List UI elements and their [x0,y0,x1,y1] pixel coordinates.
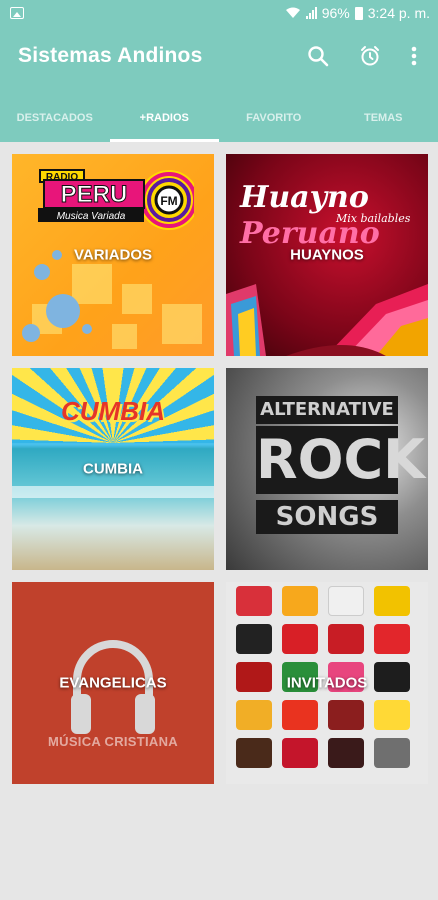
battery-percent: 96% [321,5,350,21]
logo-variada-text: Musica Variada [57,211,126,222]
alarm-icon [361,46,379,66]
category-tile-variados[interactable]: FM RADIO PERU Musica Variada VARIADOS [12,154,214,356]
tile-label-cumbia: CUMBIA [83,460,143,478]
category-tile-evangelicas[interactable]: EVANGELICAS MÚSICA CRISTIANA [12,582,214,784]
rock-art-songs: SONGS [256,500,398,534]
search-button[interactable] [302,40,334,72]
rock-art-rock: ROCK [256,426,425,494]
huayno-art-title: Huayno [240,180,369,215]
logo-fm-text: FM [160,194,177,208]
tab-temas[interactable]: TEMAS [329,102,438,142]
category-tile-rock[interactable]: ALTERNATIVE ROCK SONGS [226,368,428,570]
category-tile-huaynos[interactable]: Huayno Mix bailables Peruano HUAYNOS [226,154,428,356]
category-tile-invitados[interactable]: INVITADOS [226,582,428,784]
status-bar: 96% 3:24 p. m. [0,0,438,28]
alarm-button[interactable] [354,40,386,72]
clock: 3:24 p. m. [367,5,430,21]
category-tile-cumbia[interactable]: CUMBIA CUMBIA [12,368,214,570]
textile-art [226,284,428,356]
tab-radios[interactable]: +RADIOS [109,102,220,142]
signal-icon [305,7,317,19]
tab-destacados[interactable]: DESTACADOS [0,102,110,142]
tile-label-invitados: INVITADOS [286,674,368,692]
tile-label-evangelicas: EVANGELICAS [59,674,167,692]
tab-favorito[interactable]: FAVORITO [219,102,329,142]
app-title: Sistemas Andinos [18,44,203,67]
more-options-button[interactable] [398,40,430,72]
cumbia-art-title: CUMBIA [61,396,165,426]
tile-label-variados: VARIADOS [73,246,153,264]
tile-label-huaynos: HUAYNOS [290,246,364,264]
rock-art-alternative: ALTERNATIVE [256,396,398,424]
tile-subtitle-evangelicas: MÚSICA CRISTIANA [48,734,178,749]
more-vert-icon [411,46,417,66]
search-icon [308,46,329,67]
app-bar: Sistemas Andinos DESTACADOS +RADIOS FAVO… [0,28,438,142]
battery-icon [354,6,363,20]
logo-peru-text: PERU [61,181,128,208]
wifi-icon [285,7,300,18]
gallery-icon [10,7,24,19]
tab-bar: DESTACADOS +RADIOS FAVORITO TEMAS [0,102,438,142]
radio-peru-logo: FM RADIO PERU Musica Variada [38,169,194,230]
